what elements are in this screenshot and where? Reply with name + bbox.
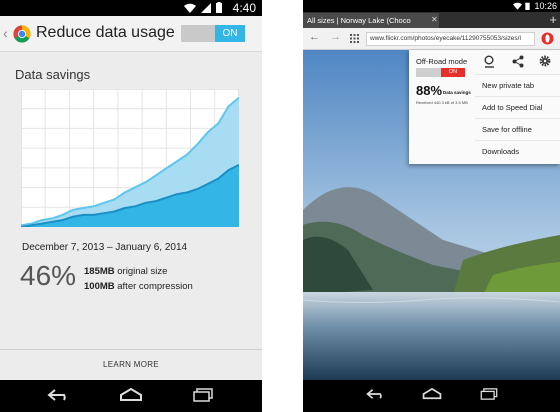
forward-arrow-icon[interactable]: → — [330, 31, 341, 43]
settings-icon[interactable] — [539, 55, 551, 67]
battery-icon — [216, 2, 222, 13]
signal-icon — [201, 2, 211, 13]
compressed-size-value: 100MB — [84, 281, 115, 292]
recent-apps-icon[interactable] — [192, 388, 214, 402]
offroad-label: Off-Road mode — [416, 57, 468, 66]
recent-apps-icon[interactable] — [479, 388, 499, 400]
section-heading: Data savings — [15, 67, 91, 82]
address-toolbar: ← → www.flickr.com/photos/eyecake/112907… — [303, 28, 560, 50]
status-bar: 4:40 — [0, 0, 262, 16]
menu-item[interactable]: New private tab — [475, 74, 560, 96]
data-saver-toggle[interactable]: ON — [181, 25, 245, 42]
chrome-logo-icon[interactable] — [13, 25, 31, 43]
menu-icon-row — [475, 50, 560, 74]
navigation-bar — [0, 380, 262, 412]
tab-title: All sizes | Norway Lake (Choco — [307, 16, 411, 25]
learn-more-button[interactable]: LEARN MORE — [0, 350, 262, 380]
wifi-icon — [184, 3, 196, 13]
page-title: Reduce data usage — [36, 24, 175, 41]
toggle-on-label: ON — [215, 25, 245, 42]
tablet-status-bar: 10:26 — [303, 0, 560, 12]
tablet-navigation-bar — [303, 380, 560, 412]
battery-icon — [525, 2, 530, 10]
wifi-icon — [513, 2, 522, 10]
browser-tab[interactable]: All sizes | Norway Lake (Choco — [303, 13, 439, 28]
original-size-label: original size — [114, 266, 168, 277]
data-savings-chart — [21, 89, 239, 227]
savings-percent: 46% — [20, 260, 77, 291]
tab-strip: All sizes | Norway Lake (Choco ✕ + — [303, 12, 560, 28]
original-size-value: 185MB — [84, 266, 115, 277]
opera-menu: Off-Road mode ON 88% Data savings Receiv… — [409, 50, 560, 164]
received-text: Received 440.3 kB of 3.5 MB — [416, 100, 468, 105]
home-icon[interactable] — [118, 388, 144, 402]
back-icon[interactable] — [46, 388, 72, 402]
close-tab-icon[interactable]: ✕ — [431, 12, 438, 27]
share-icon[interactable] — [512, 55, 524, 68]
offroad-panel: Off-Road mode ON 88% Data savings Receiv… — [409, 50, 475, 164]
menu-item[interactable]: Add to Speed Dial — [475, 96, 560, 118]
home-icon[interactable] — [421, 388, 443, 400]
phone-screen: 4:40 ‹ Reduce data usage ON Data savings… — [0, 0, 262, 412]
back-icon[interactable] — [365, 388, 387, 400]
back-chevron-icon[interactable]: ‹ — [3, 25, 8, 41]
status-time: 4:40 — [232, 1, 256, 15]
offroad-toggle[interactable]: ON — [416, 68, 465, 77]
compressed-size: 100MB after compression — [84, 281, 193, 292]
url-field[interactable]: www.flickr.com/photos/eyecake/1129075505… — [366, 32, 535, 46]
compressed-size-label: after compression — [114, 281, 193, 292]
menu-item[interactable]: Save for offline — [475, 118, 560, 140]
offroad-toggle-on: ON — [441, 68, 465, 77]
original-size: 185MB original size — [84, 266, 167, 277]
search-icon[interactable] — [483, 55, 496, 69]
back-arrow-icon[interactable]: ← — [309, 31, 320, 43]
tablet-status-time: 10:26 — [534, 1, 557, 11]
menu-items: New private tab Add to Speed Dial Save for… — [475, 74, 560, 162]
new-tab-icon[interactable]: + — [549, 12, 557, 27]
offroad-savings-label: Data savings — [443, 90, 471, 95]
app-bar: ‹ Reduce data usage ON — [0, 16, 262, 52]
offroad-savings-percent: 88% — [416, 83, 443, 98]
menu-item[interactable]: Downloads — [475, 140, 560, 162]
opera-menu-icon[interactable] — [541, 32, 554, 45]
speed-dial-grid-icon[interactable] — [350, 34, 359, 43]
tablet-screen: 10:26 All sizes | Norway Lake (Choco ✕ +… — [303, 0, 560, 412]
date-range: December 7, 2013 – January 6, 2014 — [22, 242, 188, 253]
